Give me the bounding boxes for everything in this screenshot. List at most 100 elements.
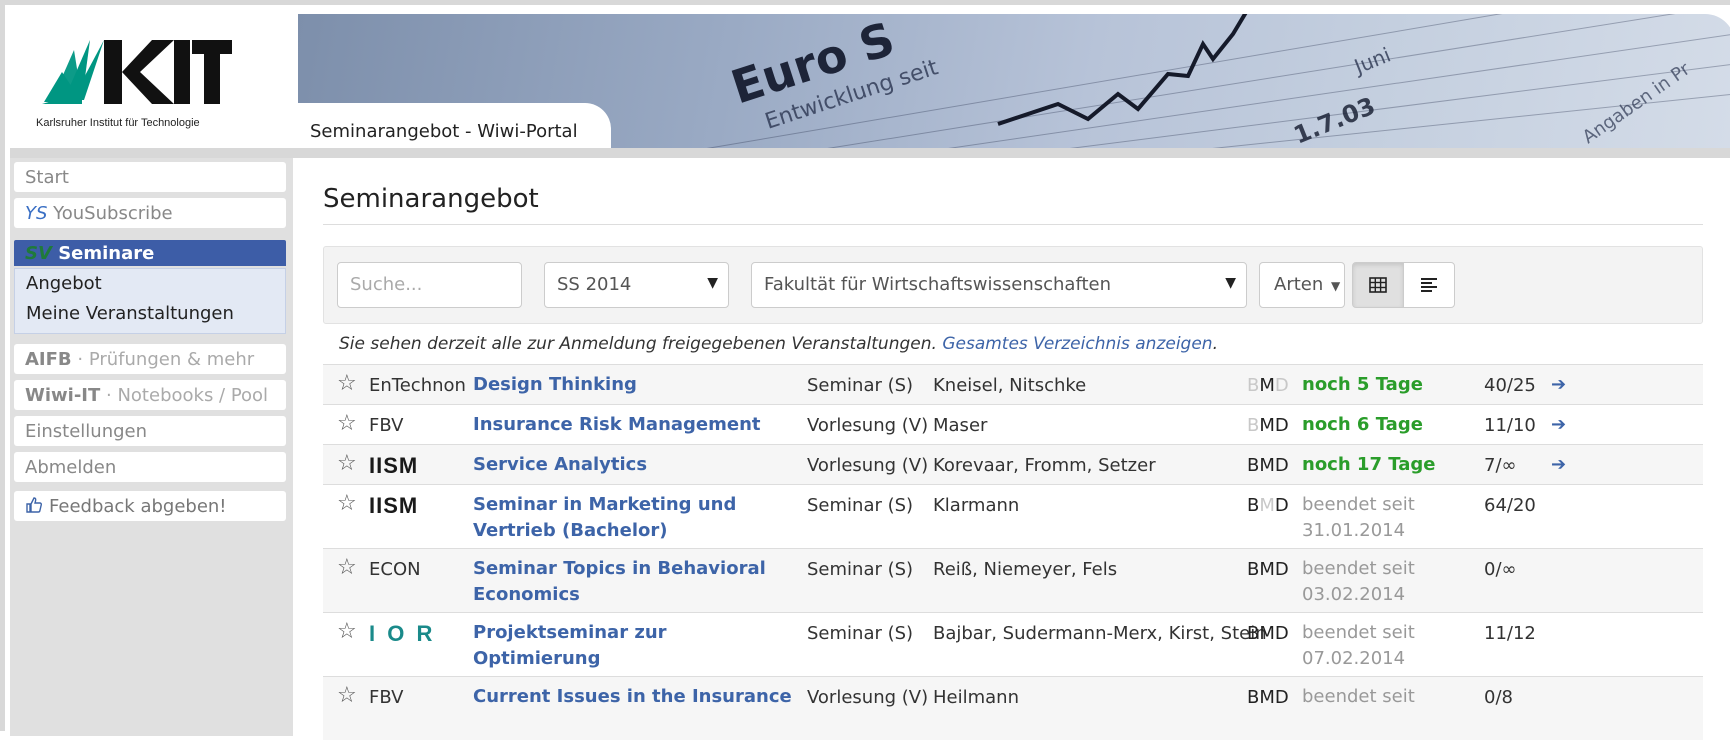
- level-b: B: [1247, 495, 1260, 516]
- nav-wiwi-it[interactable]: Wiwi-IT · Notebooks / Pool: [14, 380, 286, 410]
- page-title: Seminarangebot: [323, 184, 539, 214]
- star-icon[interactable]: ☆: [337, 451, 357, 476]
- seminare-submenu: Angebot Meine Veranstaltungen: [14, 268, 286, 334]
- star-icon[interactable]: ☆: [337, 619, 357, 644]
- nav-abmelden[interactable]: Abmelden: [14, 452, 286, 482]
- course-type: Vorlesung (V): [807, 415, 929, 436]
- institute: ECON: [369, 559, 421, 580]
- nav-yousubscribe[interactable]: YS YouSubscribe: [14, 198, 286, 228]
- table-row[interactable]: ☆ FBV Insurance Risk Management Vorlesun…: [323, 404, 1703, 444]
- nav-start[interactable]: Start: [14, 162, 286, 192]
- svg-text:1.7.03: 1.7.03: [1290, 92, 1379, 150]
- star-icon[interactable]: ☆: [337, 555, 357, 580]
- course-title-link[interactable]: Projektseminar zur Optimierung: [473, 620, 793, 672]
- star-icon[interactable]: ☆: [337, 371, 357, 396]
- header-divider: [10, 148, 1730, 158]
- sign-in-icon[interactable]: ➔: [1551, 414, 1566, 435]
- lecturers: Heilmann: [933, 687, 1019, 708]
- star-icon[interactable]: ☆: [337, 411, 357, 436]
- bmd-levels: BMD: [1247, 687, 1289, 708]
- bmd-levels: BMD: [1247, 559, 1289, 580]
- portal-title-tab: Seminarangebot - Wiwi-Portal: [298, 103, 611, 150]
- yousubscribe-prefix: YS: [25, 203, 48, 224]
- course-title-link[interactable]: Current Issues in the Insurance: [473, 684, 793, 710]
- nav-seminare[interactable]: SV Seminare: [14, 240, 286, 266]
- table-row[interactable]: ☆ I O R Projektseminar zur Optimierung S…: [323, 612, 1703, 676]
- subnav-angebot[interactable]: Angebot: [26, 273, 102, 294]
- course-title-link[interactable]: Seminar in Marketing und Vertrieb (Bache…: [473, 492, 793, 544]
- table-row[interactable]: ☆ EnTechnon Design Thinking Seminar (S) …: [323, 364, 1703, 404]
- caret-down-icon: ▼: [707, 275, 718, 291]
- nav-abmelden-label: Abmelden: [25, 457, 117, 478]
- level-d: D: [1274, 687, 1289, 708]
- search-input[interactable]: [350, 274, 520, 295]
- level-b: B: [1247, 559, 1260, 580]
- table-row[interactable]: ☆ ECON Seminar Topics in Behavioral Econ…: [323, 548, 1703, 612]
- filter-bar: SS 2014 ▼ Fakultät für Wirtschaftswissen…: [323, 246, 1703, 324]
- thumbs-up-icon: [26, 497, 42, 513]
- level-m: M: [1259, 375, 1275, 396]
- lecturers: Maser: [933, 415, 988, 436]
- participant-count: 0/∞: [1484, 559, 1517, 580]
- nav-einstellungen[interactable]: Einstellungen: [14, 416, 286, 446]
- course-title-link[interactable]: Design Thinking: [473, 372, 793, 398]
- course-type: Seminar (S): [807, 623, 914, 644]
- caret-down-icon: ▼: [1331, 279, 1341, 293]
- level-d: D: [1274, 559, 1289, 580]
- nav-aifb-label: AIFB: [25, 349, 72, 370]
- institute-logo-ior: I O R: [369, 621, 436, 646]
- bmd-levels: BMD: [1247, 623, 1289, 644]
- arten-label: Arten: [1274, 274, 1324, 295]
- table-row[interactable]: ☆ FBV Current Issues in the Insurance Vo…: [323, 676, 1703, 740]
- grid-view-button[interactable]: [1352, 262, 1404, 308]
- main-content: Seminarangebot SS 2014 ▼ Fakultät für Wi…: [293, 158, 1730, 740]
- level-m: M: [1259, 559, 1275, 580]
- nav-wiwi-label: Wiwi-IT: [25, 385, 101, 406]
- lecturers: Kneisel, Nitschke: [933, 375, 1087, 396]
- course-title-link[interactable]: Insurance Risk Management: [473, 412, 793, 438]
- arten-dropdown[interactable]: Arten ▼: [1259, 262, 1345, 308]
- info-message: Sie sehen derzeit alle zur Anmeldung fre…: [339, 334, 937, 354]
- level-m: M: [1259, 623, 1275, 644]
- course-type: Seminar (S): [807, 495, 914, 516]
- nav-aifb[interactable]: AIFB · Prüfungen & mehr: [14, 344, 286, 374]
- nav-start-label: Start: [25, 167, 69, 188]
- star-icon[interactable]: ☆: [337, 683, 357, 708]
- subnav-meine-veranstaltungen[interactable]: Meine Veranstaltungen: [26, 303, 234, 324]
- sign-in-icon[interactable]: ➔: [1551, 374, 1566, 395]
- table-row[interactable]: ☆ IISM Seminar in Marketing und Vertrieb…: [323, 484, 1703, 548]
- institute: FBV: [369, 415, 404, 436]
- title-divider: [323, 224, 1703, 225]
- course-title-link[interactable]: Service Analytics: [473, 452, 793, 478]
- list-view-button[interactable]: [1403, 262, 1455, 308]
- level-d: D: [1274, 455, 1289, 476]
- nav-feedback-label: Feedback abgeben!: [49, 496, 227, 517]
- participant-count: 0/8: [1484, 687, 1513, 708]
- registration-status: beendet seit: [1302, 686, 1415, 707]
- svg-text:Angaben in Pr: Angaben in Pr: [1579, 58, 1695, 148]
- level-d: D: [1274, 495, 1289, 516]
- caret-down-icon: ▼: [1225, 275, 1236, 291]
- level-b: B: [1247, 415, 1260, 436]
- full-directory-link[interactable]: Gesamtes Verzeichnis anzeigen: [942, 334, 1212, 354]
- nav-feedback[interactable]: Feedback abgeben!: [14, 491, 286, 521]
- nav-einstellungen-label: Einstellungen: [25, 421, 148, 442]
- level-d: D: [1274, 375, 1289, 396]
- registration-status: noch 5 Tage: [1302, 374, 1423, 395]
- sign-in-icon[interactable]: ➔: [1551, 454, 1566, 475]
- faculty-select[interactable]: Fakultät für Wirtschaftswissenschaften ▼: [751, 262, 1247, 308]
- star-icon[interactable]: ☆: [337, 491, 357, 516]
- app-frame: Karlsruher Institut für Technologie Euro…: [0, 0, 1730, 740]
- semester-select[interactable]: SS 2014 ▼: [544, 262, 729, 308]
- search-field[interactable]: [337, 262, 522, 308]
- svg-text:Juni: Juni: [1349, 43, 1394, 80]
- bmd-levels: BMD: [1247, 455, 1289, 476]
- bmd-levels: BMD: [1247, 375, 1289, 396]
- course-title-link[interactable]: Seminar Topics in Behavioral Economics: [473, 556, 793, 608]
- kit-logo[interactable]: Karlsruher Institut für Technologie: [10, 10, 298, 150]
- bmd-levels: BMD: [1247, 495, 1289, 516]
- table-row[interactable]: ☆ IISM Service Analytics Vorlesung (V) K…: [323, 444, 1703, 484]
- institute: EnTechnon: [369, 375, 466, 396]
- lecturers: Reiß, Niemeyer, Fels: [933, 559, 1118, 580]
- course-type: Vorlesung (V): [807, 687, 929, 708]
